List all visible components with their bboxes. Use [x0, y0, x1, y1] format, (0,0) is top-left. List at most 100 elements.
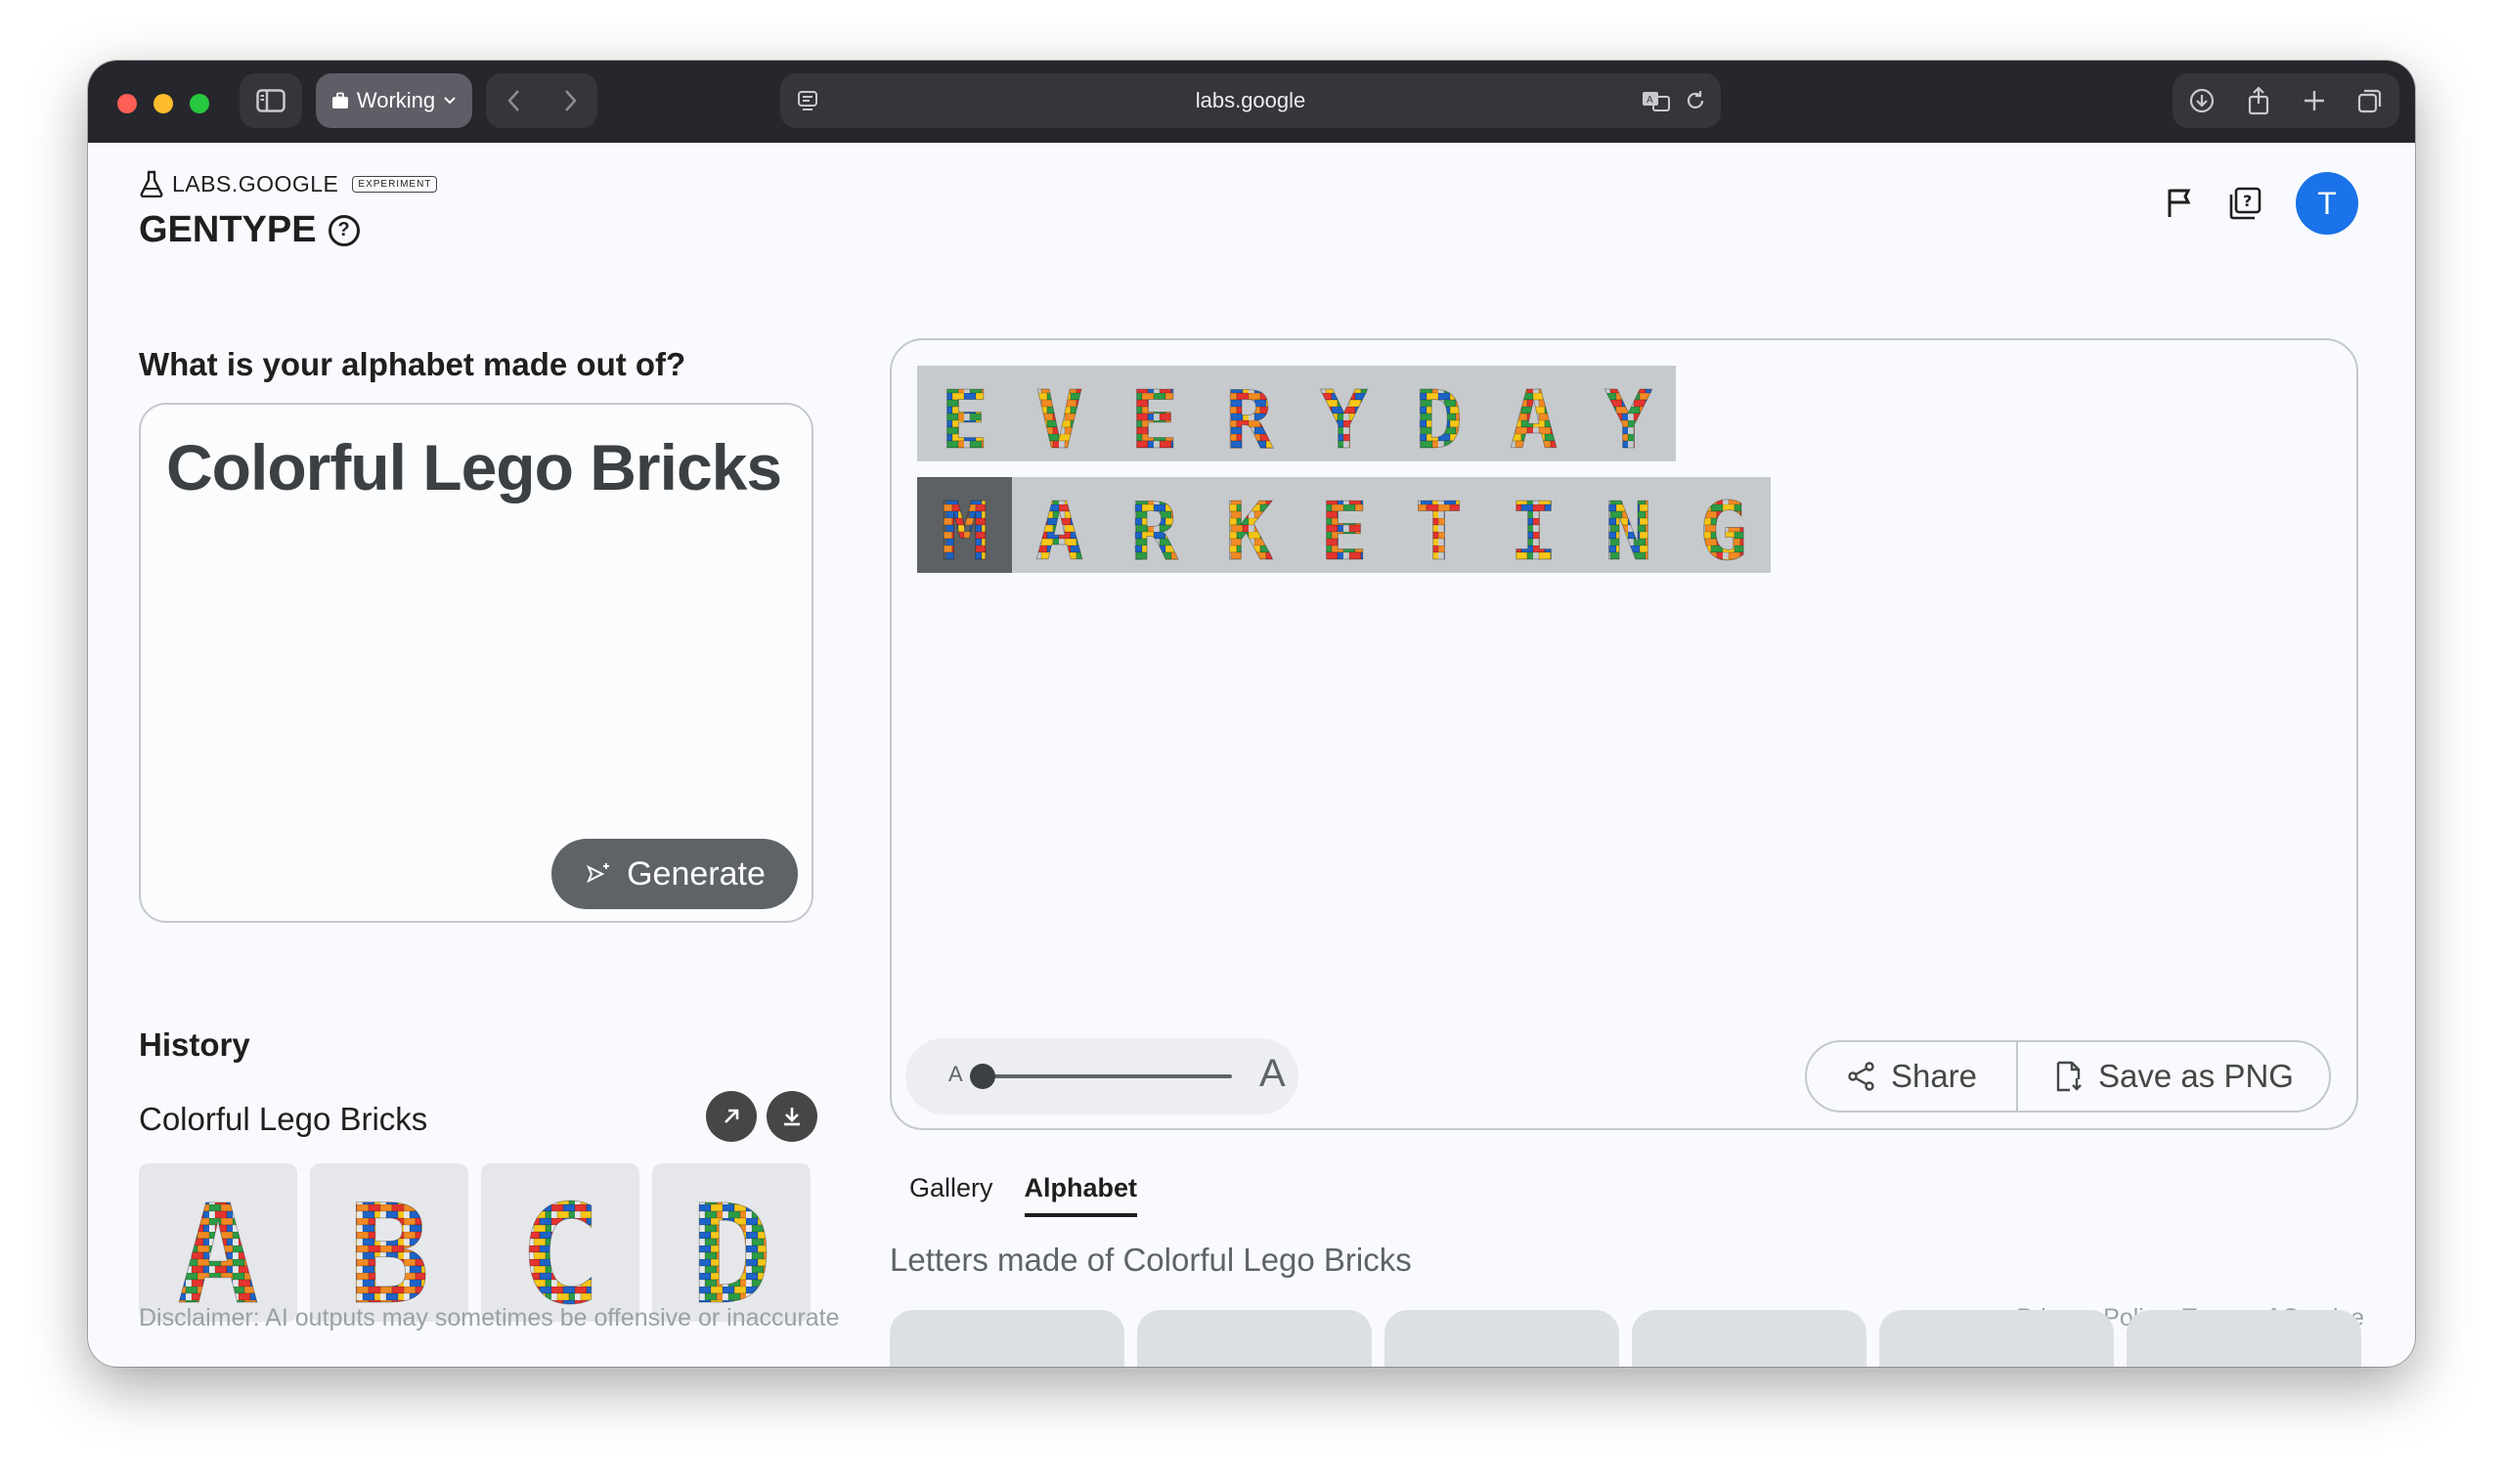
forward-icon[interactable] — [562, 88, 578, 113]
history-thumbnail[interactable]: A — [139, 1163, 297, 1322]
open-history-button[interactable] — [706, 1091, 757, 1142]
header-actions: ? T — [2165, 172, 2358, 235]
address-bar[interactable]: labs.google A — [780, 73, 1721, 128]
briefcase-icon — [331, 92, 348, 109]
size-slider-thumb[interactable] — [970, 1064, 995, 1089]
history-item-actions — [706, 1091, 817, 1142]
alphabet-letter-card[interactable]: C — [1384, 1310, 1619, 1367]
lego-letter-glyph: V — [1034, 374, 1083, 462]
lego-letter-glyph: C — [1457, 1361, 1546, 1368]
lego-letter-text: E — [1953, 1361, 2041, 1367]
sidebar-toggle-button[interactable] — [240, 73, 302, 128]
preview-letter-tile[interactable]: E — [917, 366, 1012, 461]
alphabet-letter-card[interactable]: F — [2127, 1310, 2361, 1367]
translate-icon[interactable]: A — [1641, 89, 1672, 112]
share-button[interactable]: Share — [1807, 1042, 2018, 1111]
download-history-button[interactable] — [767, 1091, 817, 1142]
preview-letter-tile[interactable]: D — [1391, 366, 1486, 461]
lego-letter-text: B — [348, 1176, 430, 1322]
lego-letter-glyph: K — [1224, 486, 1274, 574]
help-circle-icon[interactable]: ? — [328, 214, 360, 246]
close-window-button[interactable] — [117, 94, 137, 113]
downloads-icon[interactable] — [2188, 87, 2216, 114]
share-page-icon[interactable] — [2246, 86, 2271, 115]
history-thumbnail[interactable]: C — [481, 1163, 639, 1322]
lego-letter-text: D — [1705, 1361, 1793, 1367]
history-heading: History — [139, 1026, 250, 1063]
alphabet-letter-card[interactable]: B — [1137, 1310, 1372, 1367]
save-label: Save as PNG — [2098, 1058, 2294, 1094]
history-thumbnail[interactable]: B — [310, 1163, 468, 1322]
lego-letter-text: R — [1130, 486, 1179, 573]
lego-letter-glyph: A — [1034, 486, 1083, 574]
preview-letter-tile[interactable]: I — [1486, 477, 1581, 573]
preview-letter-tile[interactable]: A — [1012, 477, 1107, 573]
lego-letter-glyph: A — [1509, 374, 1558, 462]
preview-letter-tile[interactable]: K — [1202, 477, 1296, 573]
page-menu-icon[interactable] — [796, 89, 821, 112]
reload-icon[interactable] — [1684, 89, 1707, 112]
flag-icon[interactable] — [2165, 187, 2194, 220]
lego-letter-text: G — [1699, 486, 1747, 573]
lego-letter-text: F — [2200, 1361, 2288, 1367]
lego-letter-text: A — [1035, 486, 1083, 573]
tab-group-selector[interactable]: Working — [316, 73, 472, 128]
zoom-window-button[interactable] — [190, 94, 209, 113]
preview-letter-tile[interactable]: M — [917, 477, 1012, 573]
preview-letter-tile[interactable]: T — [1391, 477, 1486, 573]
feedback-icon[interactable]: ? — [2227, 186, 2262, 221]
history-thumbnail[interactable]: D — [652, 1163, 811, 1322]
alphabet-letter-card[interactable]: A — [890, 1310, 1124, 1367]
size-large-label: A — [1259, 1052, 1286, 1095]
preview-canvas: EVERYDAY MARKETING A A Share Save as PNG — [890, 338, 2358, 1130]
lego-letter-glyph: R — [1224, 374, 1274, 462]
lego-letter-glyph: E — [940, 374, 988, 462]
lego-letter-glyph: I — [1509, 486, 1558, 574]
lego-letter-glyph: Y — [1319, 374, 1369, 462]
prompt-input[interactable]: Colorful Lego Bricks Generate — [139, 403, 813, 923]
browser-window: Working labs.google A LABS.GOOGLE EXPERI… — [88, 61, 2415, 1367]
lego-letter-glyph: D — [1414, 374, 1463, 462]
lego-letter-text: R — [1225, 374, 1274, 461]
share-label: Share — [1890, 1058, 1978, 1094]
alphabet-caption: Letters made of Colorful Lego Bricks — [890, 1242, 1412, 1278]
preview-letter-tile[interactable]: R — [1202, 366, 1296, 461]
generate-button[interactable]: Generate — [551, 839, 798, 909]
preview-letter-tile[interactable]: N — [1581, 477, 1676, 573]
preview-letter-tile[interactable]: Y — [1581, 366, 1676, 461]
lego-letter-text: M — [941, 486, 988, 573]
lego-letter-glyph: Y — [1603, 374, 1653, 462]
preview-letter-tile[interactable]: R — [1107, 477, 1202, 573]
sidebar-icon — [256, 89, 285, 112]
lego-letter-glyph: M — [940, 486, 988, 574]
alphabet-letter-card[interactable]: D — [1632, 1310, 1866, 1367]
chevron-down-icon — [444, 97, 456, 105]
history-thumbnails: ABCD — [139, 1163, 811, 1322]
preview-letter-tile[interactable]: E — [1107, 366, 1202, 461]
lego-letter-glyph: G — [1698, 486, 1747, 574]
lego-letter-glyph: D — [1704, 1361, 1793, 1368]
preview-letter-tile[interactable]: G — [1676, 477, 1771, 573]
minimize-window-button[interactable] — [154, 94, 173, 113]
history-item-name[interactable]: Colorful Lego Bricks — [139, 1101, 427, 1138]
preview-letter-tile[interactable]: V — [1012, 366, 1107, 461]
lego-letter-glyph: F — [2199, 1361, 2288, 1368]
lego-letter-glyph: B — [1209, 1361, 1298, 1368]
save-png-button[interactable]: Save as PNG — [2018, 1042, 2329, 1111]
tab-gallery[interactable]: Gallery — [909, 1173, 993, 1217]
preview-letter-tile[interactable]: A — [1486, 366, 1581, 461]
lego-letter-glyph: R — [1129, 486, 1179, 574]
account-avatar[interactable]: T — [2296, 172, 2358, 235]
new-tab-icon[interactable] — [2303, 89, 2326, 112]
back-icon[interactable] — [506, 88, 522, 113]
size-slider-track[interactable] — [980, 1074, 1232, 1078]
tab-overview-icon[interactable] — [2356, 87, 2384, 114]
alphabet-letter-card[interactable]: E — [1879, 1310, 2114, 1367]
share-icon — [1848, 1062, 1874, 1091]
flask-icon — [140, 170, 163, 197]
alphabet-grid: A B C D E F — [890, 1310, 2361, 1367]
preview-letter-tile[interactable]: E — [1296, 477, 1391, 573]
tab-alphabet[interactable]: Alphabet — [1024, 1173, 1138, 1217]
preview-letter-tile[interactable]: Y — [1296, 366, 1391, 461]
labs-brand[interactable]: LABS.GOOGLE EXPERIMENT — [139, 170, 438, 197]
